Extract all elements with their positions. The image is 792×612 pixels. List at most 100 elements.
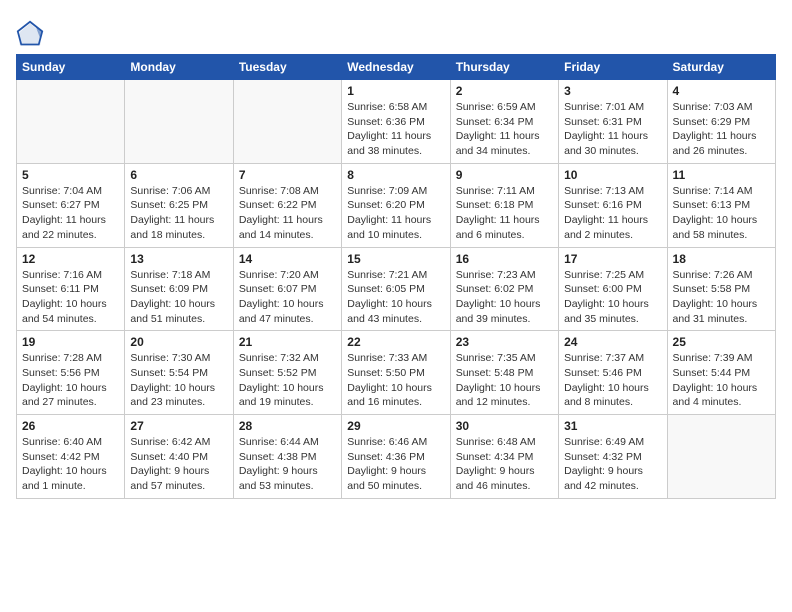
calendar-cell: 30 Sunrise: 6:48 AM Sunset: 4:34 PM Dayli… (450, 415, 558, 499)
day-number: 2 (456, 84, 553, 98)
day-info: Sunrise: 6:59 AM Sunset: 6:34 PM Dayligh… (456, 100, 553, 159)
day-number: 20 (130, 335, 227, 349)
calendar-cell: 6 Sunrise: 7:06 AM Sunset: 6:25 PM Daylig… (125, 163, 233, 247)
day-number: 31 (564, 419, 661, 433)
day-info: Sunrise: 7:09 AM Sunset: 6:20 PM Dayligh… (347, 184, 444, 243)
day-number: 18 (673, 252, 770, 266)
day-number: 16 (456, 252, 553, 266)
weekday-header-row: SundayMondayTuesdayWednesdayThursdayFrid… (17, 55, 776, 80)
day-number: 9 (456, 168, 553, 182)
calendar-cell: 9Sunrise: 7:11 AM Sunset: 6:18 PM Daylig… (450, 163, 558, 247)
day-info: Sunrise: 7:37 AM Sunset: 5:46 PM Dayligh… (564, 351, 661, 410)
day-number: 4 (673, 84, 770, 98)
day-number: 10 (564, 168, 661, 182)
day-info: Sunrise: 7:26 AM Sunset: 5:58 PM Dayligh… (673, 268, 770, 327)
day-info: Sunrise: 7:33 AM Sunset: 5:50 PM Dayligh… (347, 351, 444, 410)
week-row-2: 5 Sunrise: 7:04 AM Sunset: 6:27 PM Daylig… (17, 163, 776, 247)
calendar-cell: 12Sunrise: 7:16 AM Sunset: 6:11 PM Dayli… (17, 247, 125, 331)
day-info: Sunrise: 6:49 AM Sunset: 4:32 PM Dayligh… (564, 435, 661, 494)
calendar-cell: 14 Sunrise: 7:20 AM Sunset: 6:07 PM Dayli… (233, 247, 341, 331)
calendar-cell: 7 Sunrise: 7:08 AM Sunset: 6:22 PM Daylig… (233, 163, 341, 247)
calendar-cell: 26Sunrise: 6:40 AM Sunset: 4:42 PM Dayli… (17, 415, 125, 499)
calendar-cell: 16 Sunrise: 7:23 AM Sunset: 6:02 PM Dayli… (450, 247, 558, 331)
day-number: 25 (673, 335, 770, 349)
day-number: 11 (673, 168, 770, 182)
day-info: Sunrise: 7:21 AM Sunset: 6:05 PM Dayligh… (347, 268, 444, 327)
calendar-cell (233, 80, 341, 164)
calendar-cell: 21Sunrise: 7:32 AM Sunset: 5:52 PM Dayli… (233, 331, 341, 415)
day-info: Sunrise: 6:48 AM Sunset: 4:34 PM Dayligh… (456, 435, 553, 494)
day-number: 8 (347, 168, 444, 182)
calendar-cell: 27Sunrise: 6:42 AM Sunset: 4:40 PM Dayli… (125, 415, 233, 499)
day-number: 30 (456, 419, 553, 433)
calendar-cell: 3 Sunrise: 7:01 AM Sunset: 6:31 PM Daylig… (559, 80, 667, 164)
weekday-header-sunday: Sunday (17, 55, 125, 80)
day-number: 17 (564, 252, 661, 266)
day-number: 19 (22, 335, 119, 349)
day-info: Sunrise: 7:14 AM Sunset: 6:13 PM Dayligh… (673, 184, 770, 243)
calendar-cell: 1Sunrise: 6:58 AM Sunset: 6:36 PM Daylig… (342, 80, 450, 164)
week-row-5: 26Sunrise: 6:40 AM Sunset: 4:42 PM Dayli… (17, 415, 776, 499)
weekday-header-tuesday: Tuesday (233, 55, 341, 80)
day-info: Sunrise: 7:08 AM Sunset: 6:22 PM Dayligh… (239, 184, 336, 243)
header (16, 16, 776, 48)
day-number: 29 (347, 419, 444, 433)
day-number: 22 (347, 335, 444, 349)
day-info: Sunrise: 7:35 AM Sunset: 5:48 PM Dayligh… (456, 351, 553, 410)
day-number: 23 (456, 335, 553, 349)
day-number: 24 (564, 335, 661, 349)
day-number: 15 (347, 252, 444, 266)
calendar-cell: 13Sunrise: 7:18 AM Sunset: 6:09 PM Dayli… (125, 247, 233, 331)
day-number: 5 (22, 168, 119, 182)
calendar-cell: 4 Sunrise: 7:03 AM Sunset: 6:29 PM Daylig… (667, 80, 775, 164)
day-number: 7 (239, 168, 336, 182)
day-number: 27 (130, 419, 227, 433)
day-info: Sunrise: 7:04 AM Sunset: 6:27 PM Dayligh… (22, 184, 119, 243)
day-info: Sunrise: 7:30 AM Sunset: 5:54 PM Dayligh… (130, 351, 227, 410)
calendar-cell: 10 Sunrise: 7:13 AM Sunset: 6:16 PM Dayli… (559, 163, 667, 247)
weekday-header-saturday: Saturday (667, 55, 775, 80)
calendar-cell: 25Sunrise: 7:39 AM Sunset: 5:44 PM Dayli… (667, 331, 775, 415)
day-number: 6 (130, 168, 227, 182)
day-info: Sunrise: 7:03 AM Sunset: 6:29 PM Dayligh… (673, 100, 770, 159)
day-info: Sunrise: 7:32 AM Sunset: 5:52 PM Dayligh… (239, 351, 336, 410)
day-info: Sunrise: 7:01 AM Sunset: 6:31 PM Dayligh… (564, 100, 661, 159)
day-info: Sunrise: 7:20 AM Sunset: 6:07 PM Dayligh… (239, 268, 336, 327)
calendar-cell: 19 Sunrise: 7:28 AM Sunset: 5:56 PM Dayli… (17, 331, 125, 415)
calendar-cell (125, 80, 233, 164)
day-number: 3 (564, 84, 661, 98)
calendar-cell: 23 Sunrise: 7:35 AM Sunset: 5:48 PM Dayli… (450, 331, 558, 415)
weekday-header-friday: Friday (559, 55, 667, 80)
day-info: Sunrise: 7:28 AM Sunset: 5:56 PM Dayligh… (22, 351, 119, 410)
calendar-cell: 2 Sunrise: 6:59 AM Sunset: 6:34 PM Daylig… (450, 80, 558, 164)
week-row-1: 1Sunrise: 6:58 AM Sunset: 6:36 PM Daylig… (17, 80, 776, 164)
weekday-header-thursday: Thursday (450, 55, 558, 80)
logo (16, 20, 46, 48)
day-number: 14 (239, 252, 336, 266)
day-info: Sunrise: 7:13 AM Sunset: 6:16 PM Dayligh… (564, 184, 661, 243)
calendar-cell (17, 80, 125, 164)
weekday-header-monday: Monday (125, 55, 233, 80)
day-number: 12 (22, 252, 119, 266)
calendar-cell: 24 Sunrise: 7:37 AM Sunset: 5:46 PM Dayli… (559, 331, 667, 415)
calendar-cell: 22 Sunrise: 7:33 AM Sunset: 5:50 PM Dayli… (342, 331, 450, 415)
day-info: Sunrise: 6:44 AM Sunset: 4:38 PM Dayligh… (239, 435, 336, 494)
calendar-cell (667, 415, 775, 499)
day-number: 28 (239, 419, 336, 433)
day-info: Sunrise: 6:46 AM Sunset: 4:36 PM Dayligh… (347, 435, 444, 494)
calendar-cell: 11 Sunrise: 7:14 AM Sunset: 6:13 PM Dayli… (667, 163, 775, 247)
calendar-cell: 17 Sunrise: 7:25 AM Sunset: 6:00 PM Dayli… (559, 247, 667, 331)
calendar-cell: 31 Sunrise: 6:49 AM Sunset: 4:32 PM Dayli… (559, 415, 667, 499)
day-info: Sunrise: 7:23 AM Sunset: 6:02 PM Dayligh… (456, 268, 553, 327)
day-info: Sunrise: 6:58 AM Sunset: 6:36 PM Dayligh… (347, 100, 444, 159)
calendar-cell: 28 Sunrise: 6:44 AM Sunset: 4:38 PM Dayli… (233, 415, 341, 499)
day-number: 26 (22, 419, 119, 433)
day-info: Sunrise: 7:25 AM Sunset: 6:00 PM Dayligh… (564, 268, 661, 327)
calendar: SundayMondayTuesdayWednesdayThursdayFrid… (16, 54, 776, 499)
calendar-cell: 8 Sunrise: 7:09 AM Sunset: 6:20 PM Daylig… (342, 163, 450, 247)
day-info: Sunrise: 7:06 AM Sunset: 6:25 PM Dayligh… (130, 184, 227, 243)
calendar-cell: 29 Sunrise: 6:46 AM Sunset: 4:36 PM Dayli… (342, 415, 450, 499)
weekday-header-wednesday: Wednesday (342, 55, 450, 80)
logo-icon (16, 20, 44, 48)
calendar-cell: 5 Sunrise: 7:04 AM Sunset: 6:27 PM Daylig… (17, 163, 125, 247)
